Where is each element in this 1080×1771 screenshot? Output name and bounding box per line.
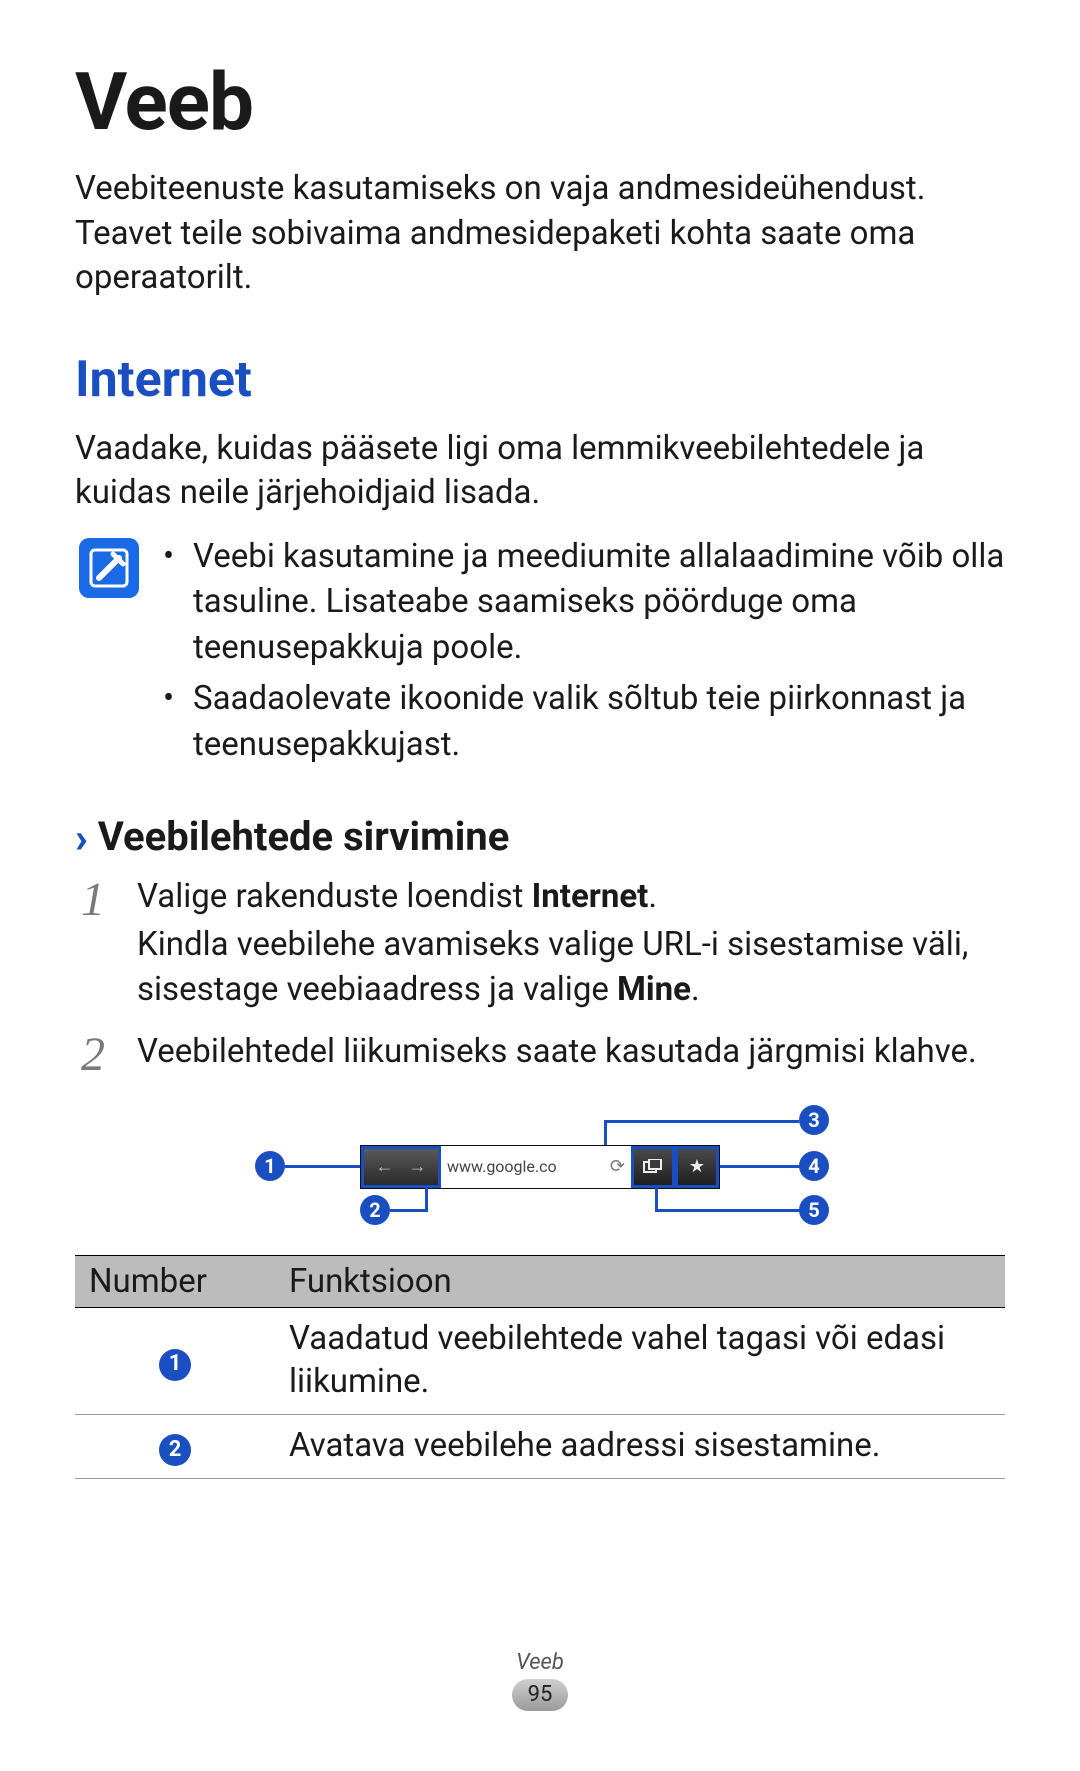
table-row: 1 Vaadatud veebilehtede vahel tagasi või… [75,1307,1005,1414]
page-title: Veeb [75,55,1005,149]
row-description: Vaadatud veebilehtede vahel tagasi või e… [275,1307,1005,1414]
reload-icon[interactable]: ⟳ [610,1156,625,1177]
arrow-left-icon: ← [376,1156,394,1177]
chevron-right-icon: › [75,818,88,860]
row-badge: 2 [159,1434,191,1466]
arrow-right-icon: → [409,1156,427,1177]
nav-back-forward-button[interactable]: ← → [361,1146,441,1188]
step-text: . [648,877,657,916]
section-heading-internet: Internet [75,351,1005,409]
step-number: 1 [75,874,111,1015]
row-badge: 1 [159,1349,191,1381]
callout-badge-1: 1 [255,1151,285,1181]
row-description: Avatava veebilehe aadressi sisestamine. [275,1414,1005,1478]
section-intro: Vaadake, kuidas pääsete ligi oma lemmikv… [75,427,1005,516]
note-item: Veebi kasutamine ja meediumite allalaadi… [163,534,1005,671]
step-text: . [691,970,700,1009]
url-text: www.google.co [447,1157,557,1176]
url-input[interactable]: www.google.co ⟳ [441,1146,631,1188]
subheading: Veebilehtede sirvimine [98,813,510,860]
table-header-number: Number [75,1255,275,1307]
step-text: Valige rakenduste loendist [137,877,532,916]
step-number: 2 [75,1029,111,1079]
note-icon [79,538,139,598]
function-table: Number Funktsioon 1 Vaadatud veebilehted… [75,1255,1005,1479]
step-bold: Internet [532,877,649,916]
footer-title: Veeb [0,1650,1080,1675]
star-icon: ★ [689,1156,705,1177]
note-block: Veebi kasutamine ja meediumite allalaadi… [75,534,1005,774]
bookmarks-button[interactable]: ★ [675,1146,719,1188]
step-text: Kindla veebilehe avamiseks valige URL-i … [137,925,968,1010]
step-bold: Mine [617,970,691,1009]
step-text: Veebilehtedel liikumiseks saate kasutada… [137,1032,977,1071]
browser-toolbar: ← → www.google.co ⟳ ★ [360,1145,720,1189]
browser-bar-diagram: 3 ← → www.google.co ⟳ ★ 1 4 2 [245,1105,835,1225]
table-header-function: Funktsioon [275,1255,1005,1307]
intro-paragraph: Veebiteenuste kasutamiseks on vaja andme… [75,167,1005,301]
step-item: 1 Valige rakenduste loendist Internet. K… [75,874,1005,1015]
step-item: 2 Veebilehtedel liikumiseks saate kasuta… [75,1029,1005,1079]
callout-badge-3: 3 [799,1105,829,1135]
callout-badge-4: 4 [799,1151,829,1181]
page-number: 95 [512,1679,568,1711]
callout-badge-2: 2 [360,1195,390,1225]
note-item: Saadaolevate ikoonide valik sõltub teie … [163,676,1005,767]
table-row: 2 Avatava veebilehe aadressi sisestamine… [75,1414,1005,1478]
page-footer: Veeb 95 [0,1650,1080,1711]
callout-badge-5: 5 [799,1195,829,1225]
tabs-button[interactable] [631,1146,675,1188]
